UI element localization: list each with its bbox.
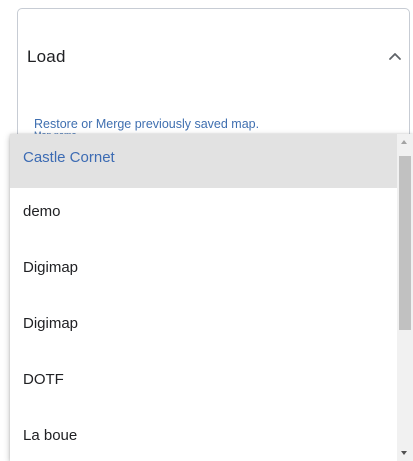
panel-title: Load [27, 47, 66, 66]
chevron-up-icon[interactable] [385, 46, 405, 66]
dropdown-option[interactable]: DOTF [10, 356, 397, 412]
panel-description: Restore or Merge previously saved map. [34, 117, 260, 131]
dropdown-option[interactable]: demo [10, 188, 397, 244]
dropdown-options: Castle Cornet demo Digimap Digimap DOTF … [10, 134, 397, 461]
dropdown-option[interactable]: Digimap [10, 244, 397, 300]
dropdown-option[interactable]: Castle Cornet [10, 134, 397, 188]
load-screen: Load Restore or Merge previously saved m… [0, 0, 413, 461]
dropdown-option[interactable]: Digimap [10, 300, 397, 356]
load-panel-header[interactable]: Load [18, 9, 409, 107]
scroll-down-arrow-icon[interactable] [401, 451, 407, 455]
dropdown-scrollbar[interactable] [397, 134, 413, 461]
scroll-thumb[interactable] [399, 156, 411, 330]
map-name-dropdown[interactable]: Castle Cornet demo Digimap Digimap DOTF … [10, 134, 413, 461]
scroll-up-arrow-icon[interactable] [401, 140, 407, 144]
dropdown-option[interactable]: La boue [10, 412, 397, 461]
